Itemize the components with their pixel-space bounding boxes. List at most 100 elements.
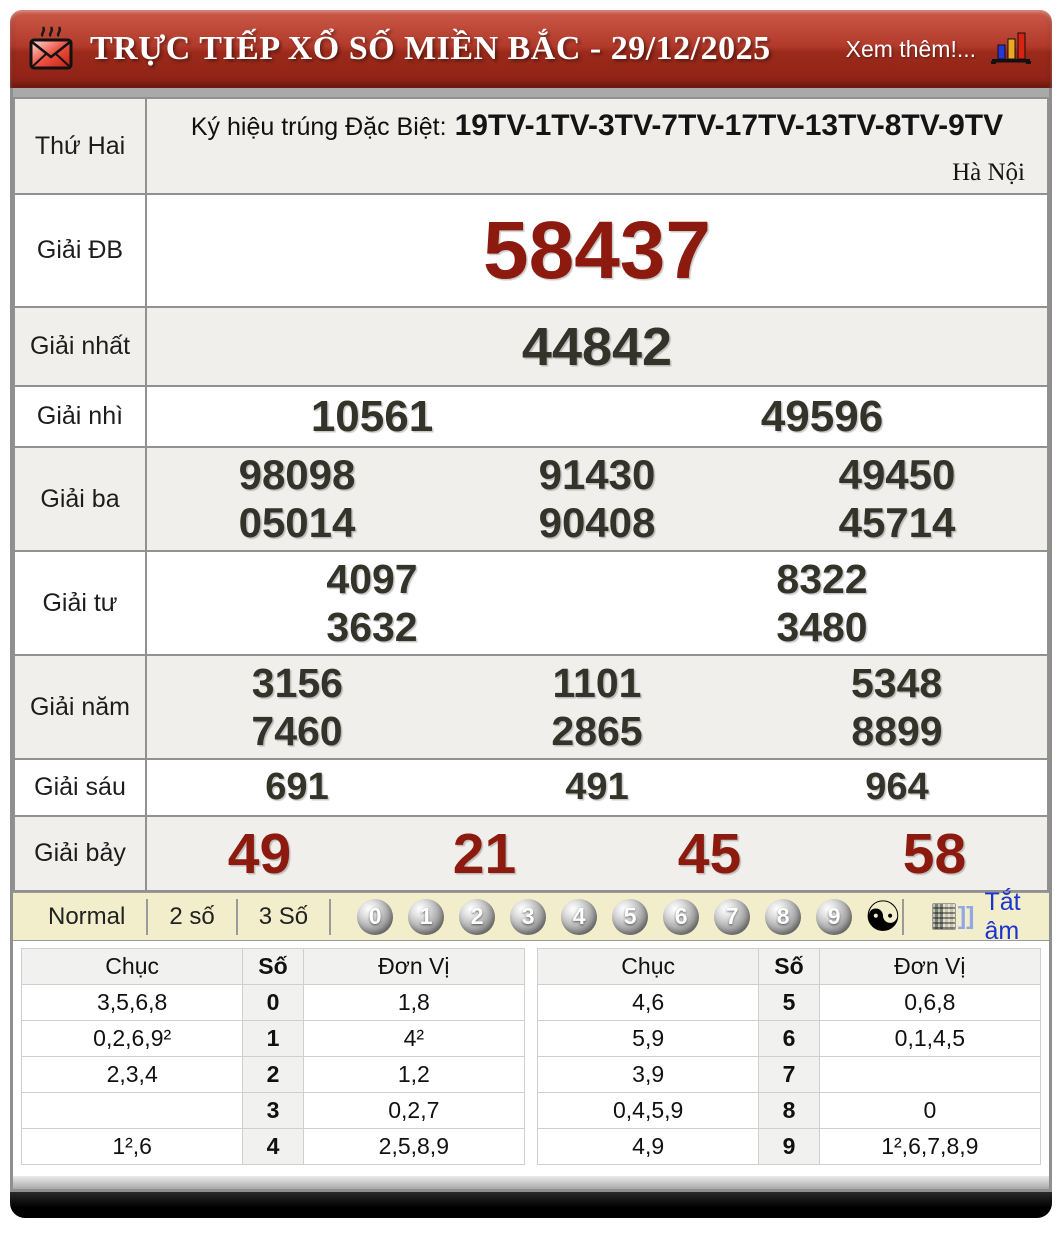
prize-number: 44842 [522,316,672,378]
prize-number: 8322 [776,556,867,603]
ball-4[interactable]: 4 [561,899,597,935]
units-cell: 0,6,8 [819,985,1040,1021]
loto-summary: Chục Số Đơn Vị 3,5,6,8 0 1,8 0,2,6,9² 1 … [13,941,1049,1176]
ball-9[interactable]: 9 [816,899,852,935]
units-cell: 1,2 [303,1057,524,1093]
units-cell: 4² [303,1021,524,1057]
col-header-tens: Chục [538,949,759,985]
day-label: Thứ Hai [14,98,146,194]
units-cell: 0 [819,1093,1040,1129]
tens-cell: 0,2,6,9² [22,1021,243,1057]
prize-number: 2865 [551,708,642,755]
prize-number: 49596 [761,392,883,442]
loto-row: 3,9 7 [538,1057,1041,1093]
tens-cell: 0,4,5,9 [538,1093,759,1129]
divider [329,899,331,935]
header-divider-strip [13,88,1049,97]
digit-cell: 6 [759,1021,819,1057]
table-row-first-prize: Giải nhất 44842 [14,307,1048,386]
units-cell: 1²,6,7,8,9 [819,1129,1040,1165]
prize-number: 90408 [539,499,656,547]
tens-cell: 3,9 [538,1057,759,1093]
hot-mail-icon [26,25,76,73]
table-row-fifth-prize: Giải năm 3156 1101 5348 7460 2865 8899 [14,655,1048,759]
mute-button[interactable]: ]] Tắt âm [902,888,1035,946]
loto-row: 0,2,6,9² 1 4² [22,1021,525,1057]
digit-balls: 0 1 2 3 4 5 6 7 8 9 [357,899,852,935]
col-header-digit: Số [759,949,819,985]
prize-number: 3632 [326,604,417,651]
ball-0[interactable]: 0 [357,899,393,935]
loto-row: 2,3,4 2 1,2 [22,1057,525,1093]
loto-table-left: Chục Số Đơn Vị 3,5,6,8 0 1,8 0,2,6,9² 1 … [21,948,525,1165]
prize-number: 98098 [239,451,356,499]
digit-cell: 8 [759,1093,819,1129]
bar-chart-icon[interactable] [990,29,1032,70]
prize-number: 3156 [252,660,343,707]
footer-black-bar [10,1192,1052,1218]
prize-number: 4097 [326,556,417,603]
digit-cell: 2 [243,1057,303,1093]
loto-header-row: Chục Số Đơn Vị [22,949,525,985]
digit-cell: 4 [243,1129,303,1165]
yin-yang-icon[interactable]: ☯ [864,897,902,937]
mode-2so-button[interactable]: 2 số [148,903,235,931]
prize-number: 964 [865,766,928,809]
prize-number: 5348 [851,660,942,707]
prize-number: 58437 [483,204,711,298]
footer-gray-strip [13,1176,1049,1189]
loto-row: 3,5,6,8 0 1,8 [22,985,525,1021]
sound-waves-icon: ]] [958,902,975,931]
prize-number: 10561 [311,392,433,442]
province-label: Hà Nội [161,143,1033,189]
prize-label-third: Giải ba [14,447,146,551]
prize-label-seventh: Giải bảy [14,816,146,891]
units-cell [819,1057,1040,1093]
prize-number: 3480 [776,604,867,651]
tens-cell: 4,9 [538,1129,759,1165]
prize-number: 49 [228,821,291,887]
table-row-second-prize: Giải nhì 10561 49596 [14,386,1048,447]
tens-cell: 1²,6 [22,1129,243,1165]
prize-label-second: Giải nhì [14,386,146,447]
prize-number: 7460 [251,708,342,755]
col-header-units: Đơn Vị [303,949,524,985]
mode-3so-button[interactable]: 3 Số [238,903,329,931]
col-header-tens: Chục [22,949,243,985]
prize-number: 691 [265,766,328,809]
mode-normal-button[interactable]: Normal [27,903,146,931]
ball-3[interactable]: 3 [510,899,546,935]
units-cell: 0,1,4,5 [819,1021,1040,1057]
prize-number: 1101 [553,660,642,707]
ball-5[interactable]: 5 [612,899,648,935]
prize-label-fourth: Giải tư [14,551,146,655]
mute-label: Tắt âm [984,888,1035,946]
prize-label-first: Giải nhất [14,307,146,386]
prize-number: 05014 [239,499,356,547]
prize-label-sixth: Giải sáu [14,759,146,816]
prize-number: 45 [678,821,741,887]
loto-header-row: Chục Số Đơn Vị [538,949,1041,985]
see-more-link[interactable]: Xem thêm!... [846,36,976,63]
loto-row: 4,6 5 0,6,8 [538,985,1041,1021]
prize-number: 45714 [839,499,956,547]
digit-cell: 7 [759,1057,819,1093]
results-table: Thứ Hai Ký hiệu trúng Đặc Biệt:19TV-1TV-… [13,97,1049,892]
ball-7[interactable]: 7 [714,899,750,935]
ball-6[interactable]: 6 [663,899,699,935]
page: TRỰC TIẾP XỔ SỐ MIỀN BẮC - 29/12/2025 Xe… [0,0,1062,1228]
col-header-digit: Số [243,949,303,985]
units-cell: 0,2,7 [303,1093,524,1129]
divider [902,899,904,935]
ball-8[interactable]: 8 [765,899,801,935]
table-row-special-prize: Giải ĐB 58437 [14,194,1048,307]
digit-cell: 9 [759,1129,819,1165]
loto-row: 5,9 6 0,1,4,5 [538,1021,1041,1057]
tens-cell: 3,5,6,8 [22,985,243,1021]
ball-2[interactable]: 2 [459,899,495,935]
table-row-sixth-prize: Giải sáu 691 491 964 [14,759,1048,816]
digit-cell: 1 [243,1021,303,1057]
ball-1[interactable]: 1 [408,899,444,935]
digit-cell: 3 [243,1093,303,1129]
speaker-icon [932,903,956,930]
